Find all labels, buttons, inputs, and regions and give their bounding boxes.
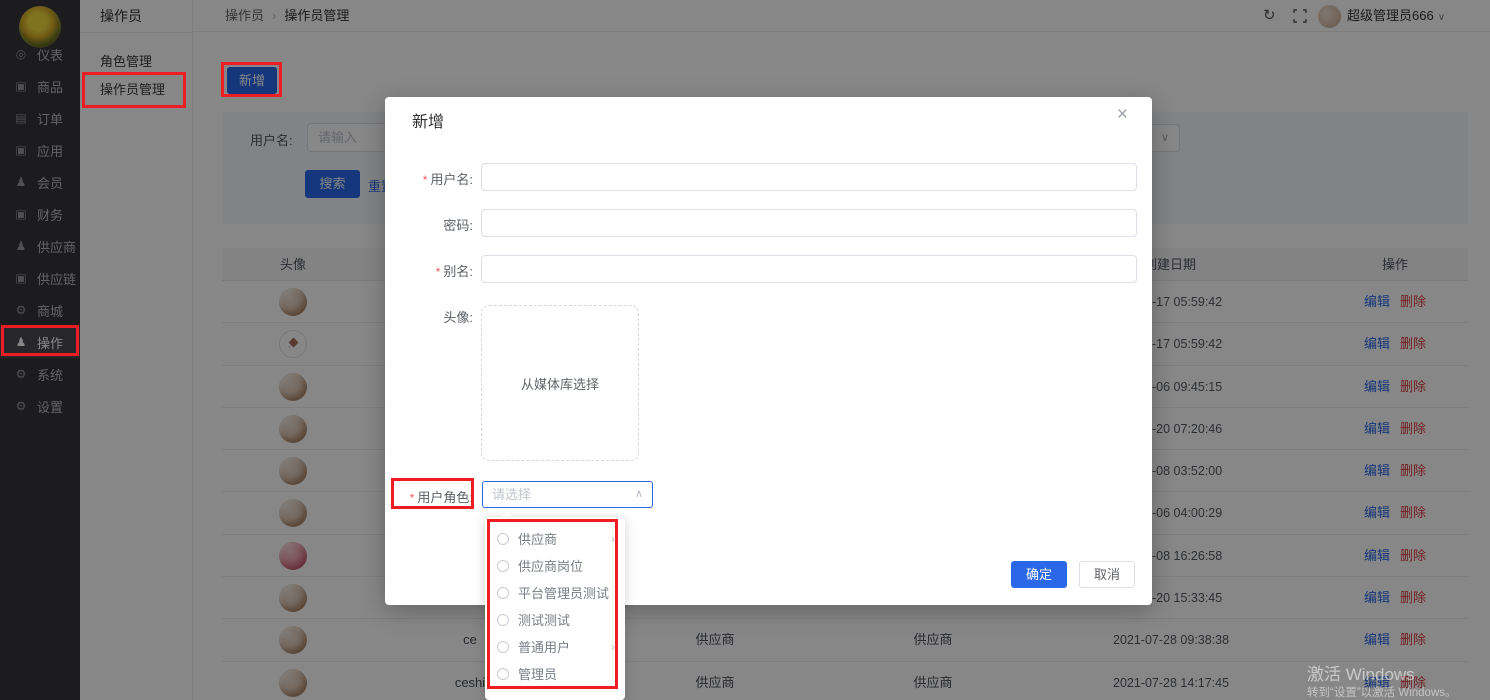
radio-icon <box>497 533 509 545</box>
cancel-button[interactable]: 取消 <box>1079 561 1135 588</box>
app-root: ◎ 仪表 ▣ 商品 ▤ 订单 ▣ 应用 <box>0 0 1490 700</box>
role-option[interactable]: 供应商 › <box>485 525 625 552</box>
role-option-label: 管理员 <box>518 664 557 683</box>
required-mark: * <box>410 491 415 505</box>
role-select-placeholder: 请选择 <box>492 487 531 502</box>
role-option[interactable]: 管理员 <box>485 660 625 687</box>
role-option-label: 测试测试 <box>518 610 570 629</box>
radio-icon <box>497 560 509 572</box>
radio-icon <box>497 614 509 626</box>
alias-field[interactable] <box>481 255 1137 283</box>
role-option[interactable]: 供应商岗位 <box>485 552 625 579</box>
role-option[interactable]: 平台管理员测试 <box>485 579 625 606</box>
password-label: 密码: <box>385 215 473 234</box>
chevron-right-icon: › <box>611 640 615 654</box>
role-label: *用户角色: <box>385 487 473 506</box>
close-icon[interactable]: × <box>1117 105 1128 124</box>
role-option[interactable]: 测试测试 <box>485 606 625 633</box>
alias-label: *别名: <box>385 261 473 280</box>
role-option[interactable]: 普通用户 › <box>485 633 625 660</box>
required-mark: * <box>436 265 441 279</box>
role-option-label: 平台管理员测试 <box>518 583 609 602</box>
radio-icon <box>497 587 509 599</box>
chevron-up-icon: ∧ <box>635 482 643 507</box>
role-option-label: 供应商岗位 <box>518 556 583 575</box>
role-select[interactable]: 请选择 ∧ <box>482 481 653 508</box>
avatar-label: 头像: <box>385 307 473 326</box>
modal-title: 新增 <box>412 108 444 132</box>
role-option-label: 供应商 <box>518 529 557 548</box>
required-mark: * <box>423 173 428 187</box>
radio-icon <box>497 668 509 680</box>
media-library-picker[interactable]: 从媒体库选择 <box>481 305 639 461</box>
password-field[interactable] <box>481 209 1137 237</box>
role-options-popup: 供应商 › 供应商岗位 平台管理员测试 测试测试 <box>485 517 625 700</box>
chevron-right-icon: › <box>611 532 615 546</box>
username-field[interactable] <box>481 163 1137 191</box>
radio-icon <box>497 641 509 653</box>
confirm-button[interactable]: 确定 <box>1011 561 1067 588</box>
username-label: *用户名: <box>385 169 473 188</box>
role-option-label: 普通用户 <box>518 637 570 656</box>
